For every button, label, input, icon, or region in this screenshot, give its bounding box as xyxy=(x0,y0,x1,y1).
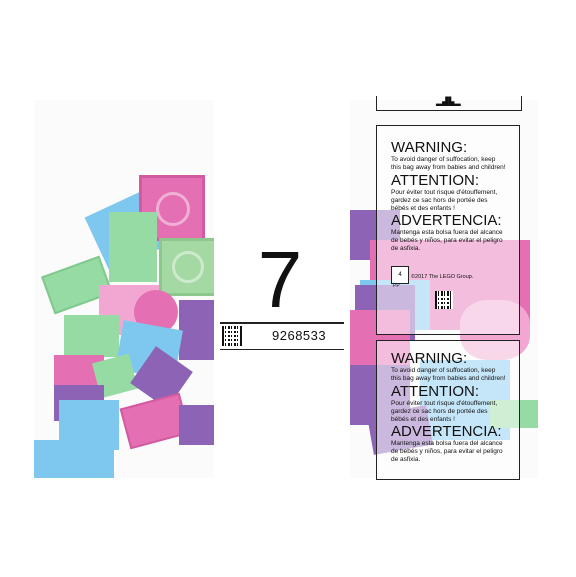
recycle-label: PP xyxy=(393,283,400,289)
attention-title: ATTENTION: xyxy=(391,172,480,189)
qr-code xyxy=(222,326,242,346)
divider-line xyxy=(220,322,344,324)
warning-title: WARNING: xyxy=(391,139,468,156)
advertencia-title-2: ADVERTENCIA: xyxy=(391,423,502,440)
left-brick-panel xyxy=(34,100,214,478)
brick-blue-corner xyxy=(34,440,114,478)
attention-text: Pour éviter tout risque d'étouffement, g… xyxy=(391,189,498,212)
warning-text-2: To avoid danger of suffocation, keep thi… xyxy=(391,367,506,382)
brick-purple-right xyxy=(179,300,214,360)
brick-green-top xyxy=(64,315,119,357)
qr-code-box1 xyxy=(435,291,453,309)
copyright: ©2017 The LEGO Group. xyxy=(411,274,474,280)
recycle-number: 4 xyxy=(398,272,402,278)
strip-symbol: ▂▟▙▂ xyxy=(436,97,461,106)
advertencia-text-2: Mantenga esta bolsa fuera del alcance de… xyxy=(391,440,503,463)
attention-title-2: ATTENTION: xyxy=(391,383,480,400)
brick-green-bone xyxy=(109,212,157,282)
advertencia-title: ADVERTENCIA: xyxy=(391,212,502,229)
brick-green-square xyxy=(159,238,214,296)
warning-title-2: WARNING: xyxy=(391,350,468,367)
warning-box-1: WARNING: To avoid danger of suffocation,… xyxy=(376,125,520,335)
divider-line-bottom xyxy=(220,349,344,350)
product-code: 9268533 xyxy=(272,328,327,343)
warning-text: To avoid danger of suffocation, keep thi… xyxy=(391,156,506,171)
warning-box-2: WARNING: To avoid danger of suffocation,… xyxy=(376,340,520,480)
attention-text-2: Pour éviter tout risque d'étouffement, g… xyxy=(391,400,498,423)
advertencia-text: Mantenga esta bolsa fuera del alcance de… xyxy=(391,229,503,252)
brick-purple-bottom xyxy=(179,405,214,445)
bag-number: 7 xyxy=(257,235,303,324)
recycle-icon: 4 xyxy=(391,266,409,284)
